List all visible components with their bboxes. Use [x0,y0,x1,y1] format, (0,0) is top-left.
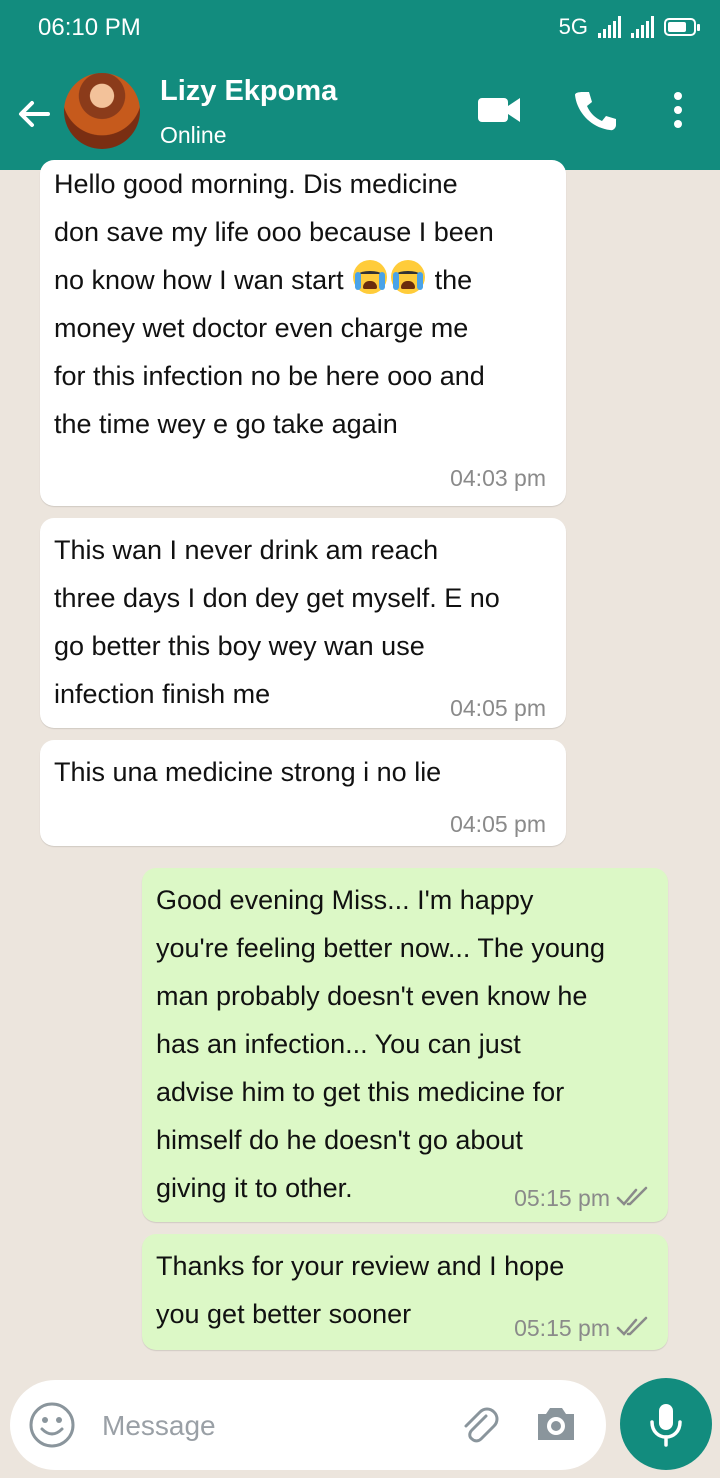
message-outgoing[interactable]: Good evening Miss... I'm happy you're fe… [142,868,668,1222]
message-outgoing[interactable]: Thanks for your review and I hope you ge… [142,1234,668,1350]
contact-avatar[interactable] [64,73,140,149]
back-arrow-icon[interactable] [12,92,56,136]
status-time: 06:10 PM [38,14,141,41]
message-text: Hello good morning. Dis medicine don sav… [54,169,494,439]
more-options-icon[interactable] [654,86,702,134]
message-incoming[interactable]: This wan I never drink am reach three da… [40,518,566,728]
microphone-icon [650,1404,682,1447]
message-text: Good evening Miss... I'm happy you're fe… [156,885,605,1203]
battery-icon [664,18,700,36]
signal-strength-icon [631,16,654,38]
emoji-icon[interactable] [28,1401,76,1449]
video-call-icon[interactable] [474,86,522,134]
message-text: This wan I never drink am reach three da… [54,535,500,709]
battery-level-fill [668,22,686,32]
camera-icon[interactable] [532,1402,580,1446]
loudly-crying-face-icon [391,260,426,294]
message-time: 05:15 pm [514,1185,610,1211]
double-tick-icon [616,1316,648,1336]
message-time: 04:05 pm [450,695,546,721]
contact-status: Online [160,122,227,148]
message-input[interactable] [100,1404,424,1448]
mic-button[interactable] [620,1378,712,1470]
double-tick-icon [616,1186,648,1206]
chat-area[interactable]: Hello good morning. Dis medicine don sav… [0,160,720,1370]
paperclip-icon[interactable] [456,1402,500,1446]
message-incoming[interactable]: This una medicine strong i no lie 04:05 … [40,740,566,846]
status-indicators: 5G [558,14,700,40]
status-bar: 06:10 PM 5G [0,0,720,56]
chat-header: Lizy Ekpoma Online [0,56,720,170]
voice-call-icon[interactable] [570,86,618,134]
loudly-crying-face-icon [353,260,388,294]
network-type: 5G [558,14,588,39]
message-text: This una medicine strong i no lie [54,757,442,787]
message-input-bar [10,1380,606,1470]
message-time: 04:03 pm [450,465,546,491]
message-time: 04:05 pm [450,811,546,837]
signal-strength-icon [598,16,621,38]
message-time: 05:15 pm [514,1315,610,1341]
message-incoming[interactable]: Hello good morning. Dis medicine don sav… [40,160,566,506]
contact-name[interactable]: Lizy Ekpoma [160,75,337,108]
